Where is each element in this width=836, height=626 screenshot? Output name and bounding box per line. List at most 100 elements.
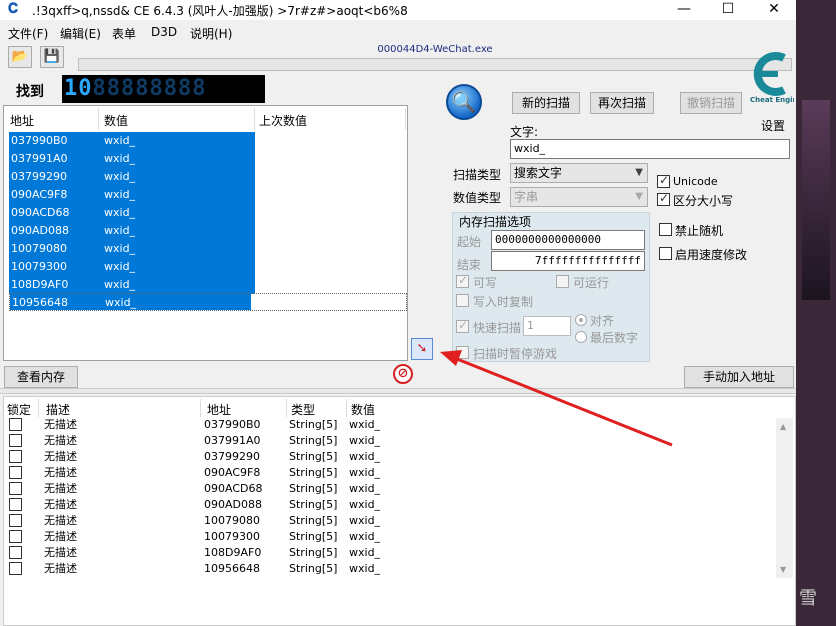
value-type-dropdown[interactable]: 字串 ▼ bbox=[510, 187, 648, 207]
result-row[interactable]: 037991A0 wxid_ bbox=[9, 150, 255, 168]
address-row[interactable]: 无描述 10079080 String[5] wxid_ bbox=[4, 513, 384, 529]
addr-header-description[interactable]: 描述 bbox=[46, 401, 70, 418]
speedhack-checkbox[interactable] bbox=[659, 247, 672, 260]
stop-label: 结束 bbox=[457, 258, 482, 272]
scan-results-list[interactable]: 地址 数值 上次数值 037990B0 wxid_ 037991A0 wxid_ 0… bbox=[3, 105, 408, 361]
result-row[interactable]: 090ACD68 wxid_ bbox=[9, 204, 255, 222]
desktop-background: 雪 bbox=[796, 0, 836, 626]
menu-edit[interactable]: 编辑(E) bbox=[60, 25, 101, 42]
close-button[interactable]: ✕ bbox=[752, 0, 796, 20]
address-row[interactable]: 无描述 037990B0 String[5] wxid_ bbox=[4, 417, 384, 433]
addr-header-lock[interactable]: 锁定 bbox=[7, 401, 31, 418]
scan-type-dropdown[interactable]: 搜索文字 ▼ bbox=[510, 163, 648, 183]
freeze-checkbox[interactable] bbox=[9, 434, 22, 447]
result-row[interactable]: 090AC9F8 wxid_ bbox=[9, 186, 255, 204]
settings-label[interactable]: 设置 bbox=[761, 117, 785, 134]
save-icon[interactable]: 💾 bbox=[40, 46, 64, 68]
address-row[interactable]: 无描述 10079300 String[5] wxid_ bbox=[4, 529, 384, 545]
memory-scan-options: 内存扫描选项 起始 0000000000000000 结束 7fffffffff… bbox=[452, 212, 650, 362]
add-to-list-arrow-icon[interactable]: ➘ bbox=[411, 338, 433, 360]
result-row[interactable]: 10079080 wxid_ bbox=[9, 240, 255, 258]
copy-on-write-checkbox[interactable] bbox=[456, 294, 469, 307]
copy-on-write-label: 写入时复制 bbox=[473, 295, 534, 309]
result-row[interactable]: 03799290 wxid_ bbox=[9, 168, 255, 186]
scan-value-input[interactable]: wxid_ bbox=[510, 139, 790, 159]
case-sensitive-label: 区分大小写 bbox=[673, 194, 734, 208]
title-bar: 𝐂 .!3qxff>q,nssd& CE 6.4.3 (风叶人-加强版) >7r… bbox=[0, 0, 796, 20]
freeze-checkbox[interactable] bbox=[9, 482, 22, 495]
freeze-checkbox[interactable] bbox=[9, 562, 22, 575]
unicode-checkbox[interactable] bbox=[657, 173, 670, 188]
writable-checkbox[interactable] bbox=[456, 273, 469, 288]
maximize-button[interactable]: ☐ bbox=[706, 0, 750, 20]
freeze-checkbox[interactable] bbox=[9, 450, 22, 463]
results-header-address[interactable]: 地址 bbox=[10, 112, 34, 129]
freeze-checkbox[interactable] bbox=[9, 418, 22, 431]
undo-scan-button[interactable]: 撤销扫描 bbox=[680, 92, 742, 114]
unicode-label: Unicode bbox=[673, 175, 718, 188]
menu-file[interactable]: 文件(F) bbox=[8, 25, 48, 42]
freeze-checkbox[interactable] bbox=[9, 530, 22, 543]
executable-label: 可运行 bbox=[573, 276, 610, 290]
edge-glyph: 雪 bbox=[799, 588, 817, 609]
logo-text: Cheat Engine bbox=[750, 96, 794, 104]
found-count: 10 bbox=[64, 76, 93, 101]
cheat-engine-logo[interactable]: Cheat Engine bbox=[748, 48, 803, 104]
text-label: 文字: bbox=[510, 125, 539, 139]
add-address-manually-button[interactable]: 手动加入地址 bbox=[684, 366, 794, 388]
freeze-checkbox[interactable] bbox=[9, 546, 22, 559]
pause-game-checkbox[interactable] bbox=[456, 346, 469, 359]
addr-header-value[interactable]: 数值 bbox=[351, 401, 375, 418]
new-scan-button[interactable]: 新的扫描 bbox=[512, 92, 580, 114]
freeze-checkbox[interactable] bbox=[9, 466, 22, 479]
addr-header-type[interactable]: 类型 bbox=[291, 401, 315, 418]
stop-icon[interactable]: ⊘ bbox=[393, 364, 413, 384]
fast-scan-value-input[interactable]: 1 bbox=[523, 316, 571, 336]
address-row[interactable]: 无描述 037991A0 String[5] wxid_ bbox=[4, 433, 384, 449]
fast-scan-checkbox[interactable] bbox=[456, 318, 469, 333]
result-row[interactable]: 108D9AF0 wxid_ bbox=[9, 276, 255, 294]
freeze-checkbox[interactable] bbox=[9, 514, 22, 527]
result-row[interactable]: 10079300 wxid_ bbox=[9, 258, 255, 276]
menu-help[interactable]: 说明(H) bbox=[190, 25, 232, 42]
results-header-previous[interactable]: 上次数值 bbox=[259, 112, 307, 129]
disable-random-checkbox[interactable] bbox=[659, 223, 672, 236]
alignment-radio[interactable] bbox=[575, 314, 587, 326]
chevron-down-icon: ▼ bbox=[635, 167, 643, 178]
minimize-button[interactable]: — bbox=[662, 0, 706, 20]
results-header-value[interactable]: 数值 bbox=[104, 112, 128, 129]
found-label: 找到 bbox=[16, 84, 44, 100]
last-digits-label: 最后数字 bbox=[590, 331, 639, 345]
address-row[interactable]: 无描述 090ACD68 String[5] wxid_ bbox=[4, 481, 384, 497]
case-sensitive-checkbox[interactable] bbox=[657, 191, 670, 206]
address-row[interactable]: 无描述 090AC9F8 String[5] wxid_ bbox=[4, 465, 384, 481]
last-digits-radio[interactable] bbox=[575, 331, 587, 343]
view-memory-button[interactable]: 查看内存 bbox=[4, 366, 78, 388]
addr-header-address[interactable]: 地址 bbox=[207, 401, 231, 418]
window-title: .!3qxff>q,nssd& CE 6.4.3 (风叶人-加强版) >7r#z… bbox=[32, 4, 408, 18]
menu-d3d[interactable]: D3D bbox=[151, 25, 177, 39]
fast-scan-label: 快速扫描 bbox=[473, 321, 522, 335]
result-row[interactable]: 037990B0 wxid_ bbox=[9, 132, 255, 150]
address-row[interactable]: 无描述 090AD088 String[5] wxid_ bbox=[4, 497, 384, 513]
address-list[interactable]: 锁定 描述 地址 类型 数值 无描述 037990B0 String[5] wxid_… bbox=[3, 396, 796, 626]
chevron-down-icon: ▼ bbox=[635, 191, 643, 202]
panel-splitter[interactable] bbox=[0, 388, 796, 394]
address-row[interactable]: 无描述 108D9AF0 String[5] wxid_ bbox=[4, 545, 384, 561]
stop-address-input[interactable]: 7fffffffffffffff bbox=[491, 251, 645, 271]
address-list-scrollbar[interactable]: ▲ ▼ bbox=[776, 418, 793, 578]
address-row[interactable]: 无描述 10956648 String[5] wxid_ bbox=[4, 561, 384, 577]
freeze-checkbox[interactable] bbox=[9, 498, 22, 511]
result-row[interactable]: 090AD088 wxid_ bbox=[9, 222, 255, 240]
start-label: 起始 bbox=[457, 235, 482, 249]
speedhack-label: 启用速度修改 bbox=[675, 248, 748, 262]
writable-label: 可写 bbox=[473, 276, 498, 290]
address-row[interactable]: 无描述 03799290 String[5] wxid_ bbox=[4, 449, 384, 465]
menu-table[interactable]: 表单 bbox=[112, 25, 136, 42]
executable-checkbox[interactable] bbox=[556, 275, 569, 288]
disable-random-label: 禁止随机 bbox=[675, 224, 724, 238]
result-row-focused[interactable]: 10956648 wxid_ bbox=[9, 293, 407, 311]
start-address-input[interactable]: 0000000000000000 bbox=[491, 230, 645, 250]
open-file-icon[interactable]: 📂 bbox=[8, 46, 32, 68]
next-scan-button[interactable]: 再次扫描 bbox=[590, 92, 654, 114]
